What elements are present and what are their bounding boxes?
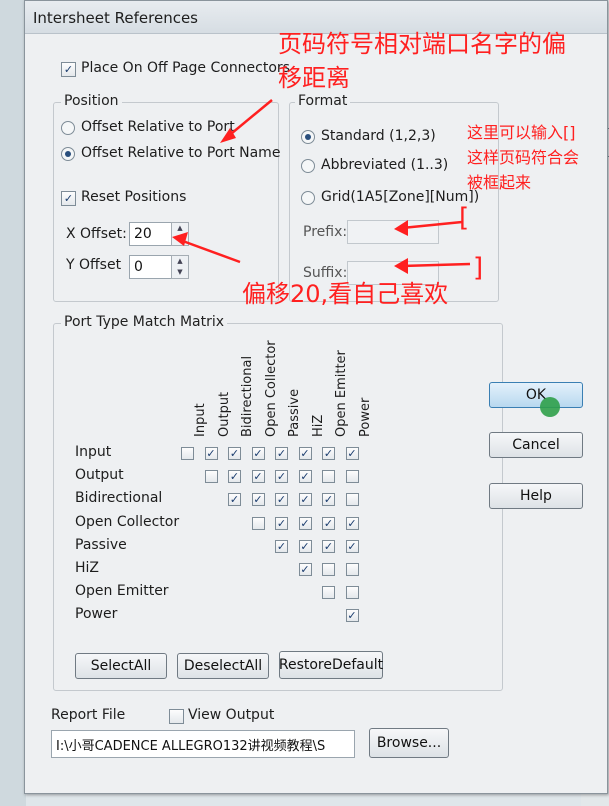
matrix-column-header: HiZ: [310, 414, 326, 437]
prefix-annotation-line3: 被框起来: [467, 173, 532, 192]
reset-positions-checkbox[interactable]: ✓: [61, 191, 76, 206]
match-matrix-label: Port Type Match Matrix: [61, 314, 228, 330]
matrix-cell-checkbox[interactable]: ✓: [275, 539, 288, 553]
report-file-label: Report File: [51, 707, 126, 723]
matrix-cell-checkbox[interactable]: ✓: [322, 447, 335, 460]
matrix-row-label: Passive: [75, 536, 127, 553]
matrix-column-header: Input: [193, 403, 208, 437]
matrix-cell-checkbox[interactable]: ✓: [298, 516, 312, 530]
matrix-cell-checkbox[interactable]: ✓: [298, 447, 312, 460]
matrix-cell-checkbox[interactable]: ✓: [345, 609, 359, 623]
matrix-cell-checkbox[interactable]: [345, 470, 359, 484]
matrix-cell-checkbox[interactable]: ✓: [275, 493, 288, 507]
matrix-cell-checkbox[interactable]: ✓: [322, 493, 335, 507]
matrix-cell-checkbox[interactable]: ✓: [228, 470, 241, 484]
matrix-cell-checkbox[interactable]: ✓: [322, 539, 335, 553]
mouse-cursor-highlight: [540, 397, 560, 417]
matrix-cell-checkbox[interactable]: [251, 516, 265, 530]
prefix-label: Prefix:: [303, 224, 348, 240]
prefix-annotation-line1: 这里可以输入[]: [467, 123, 576, 142]
matrix-row-label: Output: [75, 467, 124, 484]
restore-default-button[interactable]: RestoreDefault: [279, 651, 383, 679]
place-connectors-label: Place On Off Page Connectors: [81, 60, 290, 76]
matrix-column-header: Output: [216, 391, 232, 437]
offset-port-radio[interactable]: [61, 121, 75, 135]
y-offset-spinner[interactable]: ▲ ▼: [171, 255, 189, 279]
position-group-label: Position: [61, 93, 122, 109]
matrix-cell-checkbox[interactable]: ✓: [298, 563, 312, 576]
matrix-cell-checkbox[interactable]: ✓: [298, 539, 312, 553]
matrix-cell-checkbox[interactable]: ✓: [275, 516, 288, 530]
view-output-label: View Output: [188, 707, 275, 723]
matrix-cell-checkbox[interactable]: ✓: [228, 447, 241, 460]
offset-port-name-radio[interactable]: [61, 147, 75, 161]
help-button[interactable]: Help: [489, 483, 583, 509]
matrix-cell-checkbox[interactable]: ✓: [228, 493, 241, 507]
bracket-open-annotation: [: [459, 203, 470, 233]
cancel-button[interactable]: Cancel: [489, 432, 583, 458]
prefix-input[interactable]: [347, 220, 439, 244]
offset-port-label: Offset Relative to Port: [81, 119, 235, 135]
matrix-column-header: Bidirectional: [240, 355, 255, 437]
matrix-cell-checkbox[interactable]: [345, 493, 359, 507]
matrix-cell-checkbox[interactable]: [322, 586, 335, 600]
matrix-cell-checkbox[interactable]: ✓: [345, 516, 359, 530]
y-offset-label: Y Offset: [66, 257, 122, 273]
matrix-cell-checkbox[interactable]: [181, 447, 194, 460]
matrix-row-label: Bidirectional: [75, 490, 163, 507]
matrix-cell-checkbox[interactable]: ✓: [322, 516, 335, 530]
select-all-button[interactable]: SelectAll: [75, 653, 167, 679]
grid-radio[interactable]: [301, 191, 315, 205]
x-offset-input[interactable]: [129, 222, 173, 246]
x-offset-label: X Offset:: [66, 226, 127, 242]
x-offset-spinner[interactable]: ▲ ▼: [171, 222, 189, 246]
matrix-cell-checkbox[interactable]: ✓: [298, 493, 312, 507]
port-name-annotation-line1: 页码符号相对端口名字的偏: [278, 30, 566, 58]
matrix-column-header: Power: [357, 397, 373, 437]
matrix-cell-checkbox[interactable]: ✓: [298, 470, 312, 484]
ok-button[interactable]: OK: [489, 382, 583, 408]
matrix-cell-checkbox[interactable]: ✓: [275, 447, 288, 460]
matrix-column-header: Open Collector: [263, 340, 279, 437]
format-group-label: Format: [295, 93, 351, 109]
matrix-row-label: Open Emitter: [75, 583, 169, 600]
y-offset-input[interactable]: [129, 255, 173, 279]
deselect-all-button[interactable]: DeselectAll: [177, 653, 269, 679]
offset-annotation: 偏移20,看自己喜欢: [242, 280, 449, 308]
offset-port-name-label: Offset Relative to Port Name: [81, 145, 281, 161]
matrix-cell-checkbox[interactable]: [204, 470, 218, 484]
matrix-cell-checkbox[interactable]: [322, 563, 335, 576]
matrix-cell-checkbox[interactable]: ✓: [345, 539, 359, 553]
matrix-column-header: Open Emitter: [334, 350, 349, 437]
matrix-cell-checkbox[interactable]: ✓: [251, 493, 265, 507]
matrix-cell-checkbox[interactable]: [345, 586, 359, 600]
report-file-path-input[interactable]: [51, 730, 355, 758]
port-name-annotation-line2: 移距离: [278, 64, 350, 92]
standard-radio[interactable]: [301, 130, 315, 144]
abbreviated-label: Abbreviated (1..3): [321, 157, 449, 173]
matrix-cell-checkbox[interactable]: [322, 470, 335, 484]
matrix-row-label: Power: [75, 606, 118, 623]
matrix-column-header: Passive: [287, 388, 302, 437]
dialog-title: Intersheet References: [33, 9, 198, 27]
matrix-cell-checkbox[interactable]: ✓: [251, 447, 265, 460]
background-window-left: [0, 0, 26, 806]
browse-button[interactable]: Browse...: [369, 728, 449, 758]
matrix-cell-checkbox[interactable]: ✓: [345, 447, 359, 460]
abbreviated-radio[interactable]: [301, 159, 315, 173]
matrix-row-label: Open Collector: [75, 513, 180, 530]
bracket-close-annotation: ]: [473, 253, 484, 283]
view-output-checkbox[interactable]: [169, 709, 184, 724]
matrix-cell-checkbox[interactable]: ✓: [275, 470, 288, 484]
grid-label: Grid(1A5[Zone][Num]): [321, 189, 480, 205]
standard-label: Standard (1,2,3): [321, 128, 436, 144]
matrix-cell-checkbox[interactable]: ✓: [251, 470, 265, 484]
place-connectors-checkbox[interactable]: ✓: [61, 62, 76, 77]
matrix-cell-checkbox[interactable]: ✓: [204, 447, 218, 460]
matrix-cell-checkbox[interactable]: [345, 563, 359, 576]
matrix-row-label: Input: [75, 444, 112, 460]
matrix-row-label: HiZ: [75, 560, 100, 576]
prefix-annotation-line2: 这样页码符合会: [467, 148, 580, 167]
reset-positions-label: Reset Positions: [81, 189, 187, 205]
